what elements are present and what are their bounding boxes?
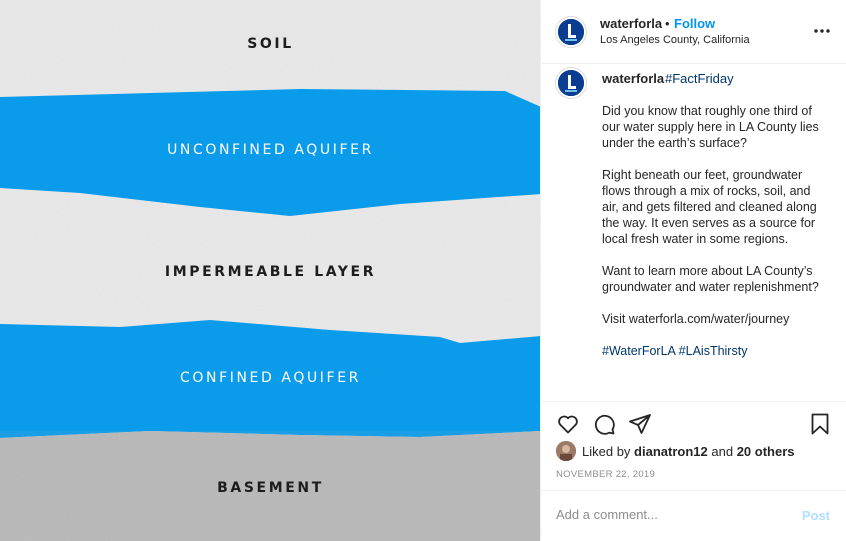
- liker-photo-icon: [556, 441, 576, 461]
- more-horizontal-icon[interactable]: [812, 26, 832, 36]
- caption-avatar[interactable]: [556, 68, 586, 98]
- caption-tags: #WaterForLA #LAisThirsty: [602, 343, 824, 359]
- hashtag-link[interactable]: #LAisThirsty: [679, 344, 748, 358]
- likes-others-link[interactable]: 20 others: [737, 444, 795, 459]
- likes-prefix: Liked by: [582, 443, 631, 459]
- unconfined-aquifer-label: UNCONFINED AQUIFER: [167, 142, 374, 158]
- comment-bar: Post: [542, 490, 846, 541]
- post-header: waterforla • Follow Los Angeles County, …: [542, 0, 846, 64]
- post-image[interactable]: SOIL UNCONFINED AQUIFER IMPERMEABLE LAYE…: [0, 0, 541, 541]
- caption-username[interactable]: waterforla: [602, 71, 664, 86]
- bookmark-icon[interactable]: [808, 412, 832, 436]
- soil-label: SOIL: [247, 36, 294, 52]
- waterforla-logo-icon: [558, 70, 584, 96]
- waterforla-avatar[interactable]: [556, 17, 586, 47]
- caption: waterforla #FactFriday Did you know that…: [542, 65, 846, 401]
- likes-and: and: [711, 443, 734, 459]
- liker-username[interactable]: dianatron12: [634, 444, 708, 459]
- share-icon[interactable]: [628, 412, 652, 436]
- post-sidebar: waterforla • Follow Los Angeles County, …: [542, 0, 846, 541]
- action-bar: [542, 401, 846, 443]
- caption-paragraph: Want to learn more about LA County’s gro…: [602, 264, 819, 294]
- caption-paragraph: Visit waterforla.com/water/journey: [602, 312, 790, 326]
- header-separator: •: [665, 16, 670, 31]
- location-link[interactable]: Los Angeles County, California: [600, 34, 750, 46]
- confined-aquifer-label: CONFINED AQUIFER: [180, 370, 361, 386]
- basement-label: BASEMENT: [217, 480, 324, 496]
- header-username[interactable]: waterforla: [600, 16, 662, 31]
- post-date[interactable]: NOVEMBER 22, 2019: [556, 469, 655, 480]
- caption-paragraph: Right beneath our feet, groundwater flow…: [602, 168, 817, 246]
- hashtag-link[interactable]: #WaterForLA: [602, 344, 675, 358]
- liker-avatar[interactable]: [556, 441, 576, 461]
- likes-summary: Liked by dianatron12 and 20 others: [556, 441, 795, 461]
- impermeable-layer-label: IMPERMEABLE LAYER: [164, 264, 377, 280]
- heart-icon[interactable]: [556, 412, 580, 436]
- comment-icon[interactable]: [592, 412, 616, 436]
- caption-hashtag[interactable]: #FactFriday: [665, 71, 734, 86]
- waterforla-logo-icon: [558, 19, 584, 45]
- comment-input[interactable]: [556, 507, 776, 522]
- caption-text: Did you know that roughly one third of o…: [602, 103, 824, 375]
- caption-paragraph: Did you know that roughly one third of o…: [602, 104, 819, 150]
- post-comment-button[interactable]: Post: [802, 508, 830, 523]
- follow-button[interactable]: Follow: [674, 16, 715, 31]
